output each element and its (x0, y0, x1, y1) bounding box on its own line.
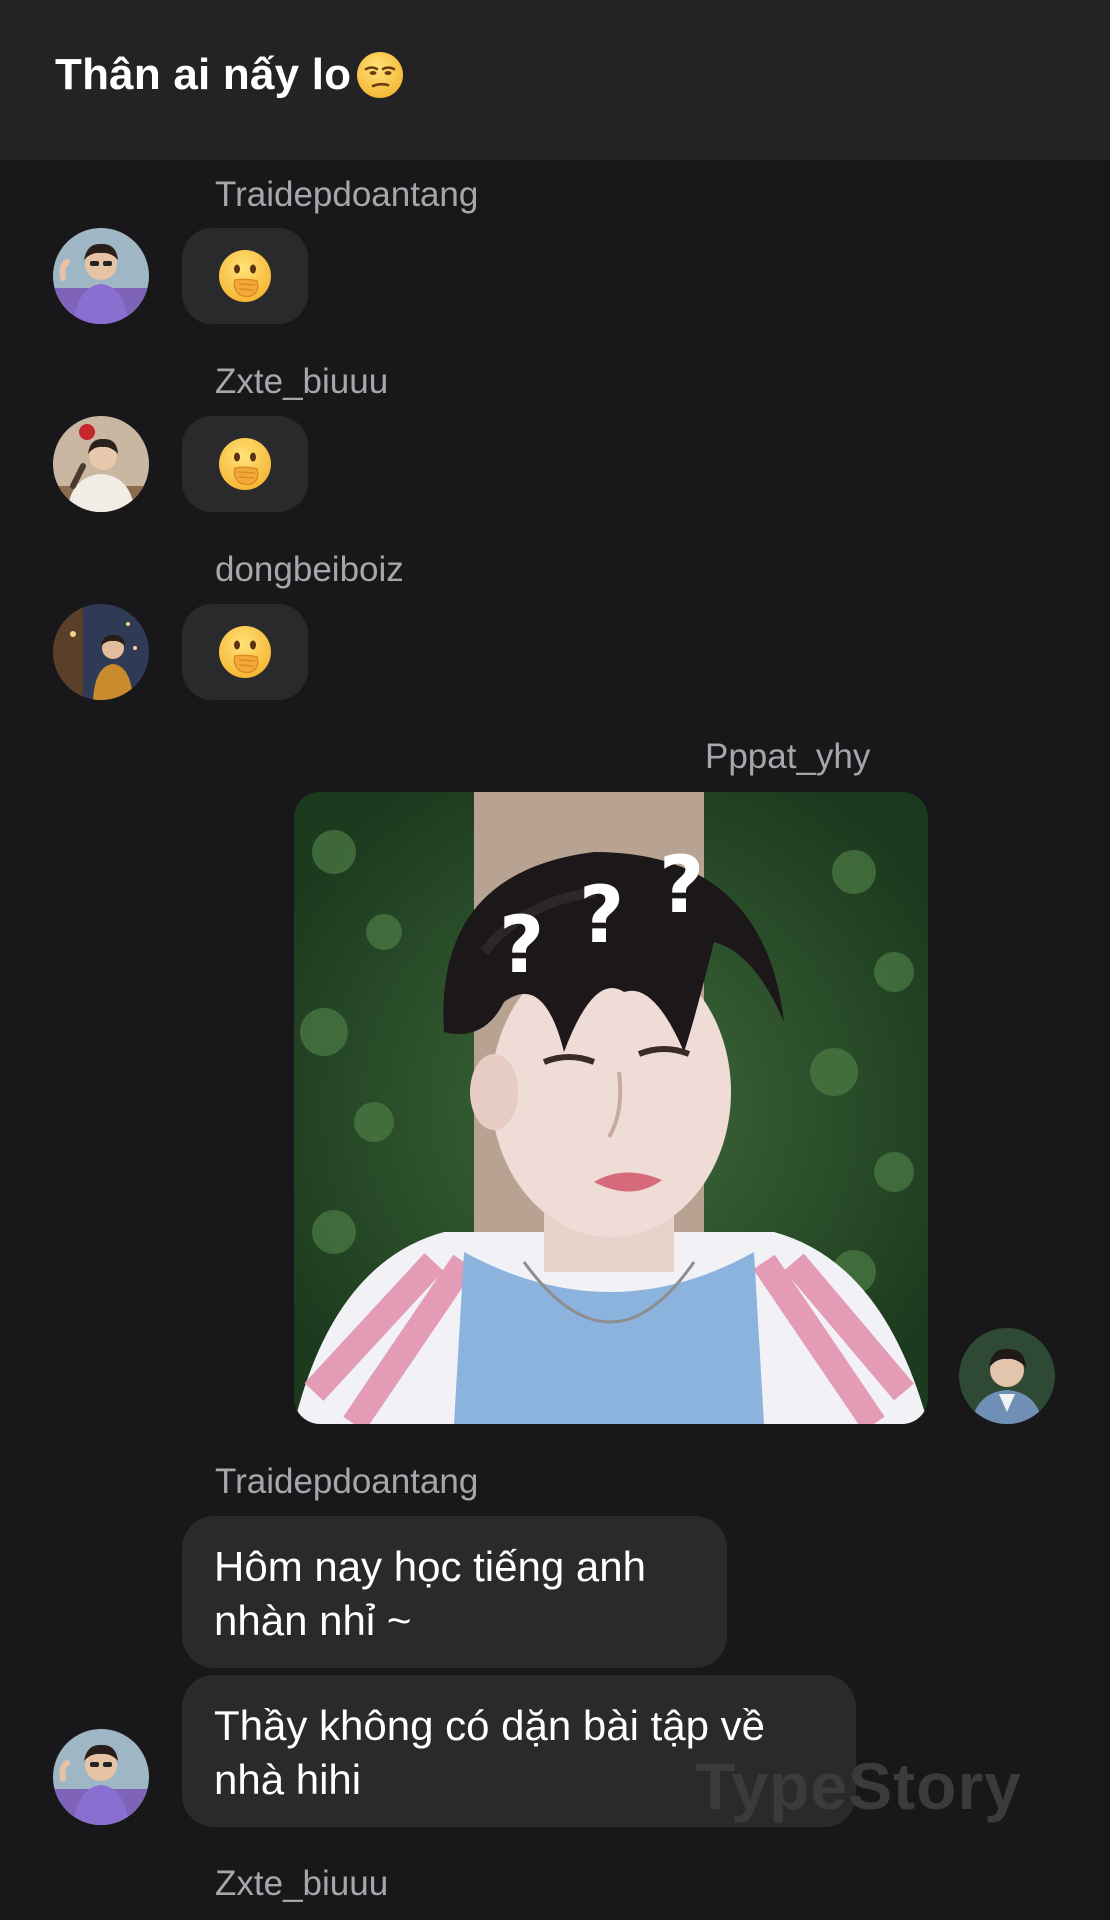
avatar[interactable] (53, 416, 149, 512)
message-photo[interactable]: ? ? ? (294, 792, 928, 1424)
message-bubble[interactable] (182, 416, 308, 512)
message-bubble[interactable] (182, 604, 308, 700)
watermark: TypeStory (695, 1749, 1022, 1823)
avatar[interactable] (959, 1328, 1055, 1424)
chat-title[interactable]: Thân ai nấy lo (55, 50, 405, 100)
chat-header: Thân ai nấy lo (0, 0, 1110, 160)
sender-name: Traidepdoantang (215, 175, 479, 214)
question-mark: ? (499, 901, 544, 991)
message-bubble[interactable] (182, 228, 308, 324)
avatar-photo (959, 1328, 1055, 1424)
sender-name: Zxte_biuuu (215, 362, 389, 401)
unamused-face-icon (357, 52, 404, 98)
hand-over-mouth-icon (219, 250, 271, 302)
question-mark: ? (659, 841, 704, 931)
avatar[interactable] (53, 604, 149, 700)
sender-name: Pppat_yhy (705, 737, 871, 776)
avatar-photo (53, 416, 149, 512)
avatar-photo (53, 228, 149, 324)
avatar[interactable] (53, 1729, 149, 1825)
hand-over-mouth-icon (219, 438, 271, 490)
message-text: Hôm nay học tiếng anh nhàn nhỉ ~ (214, 1543, 646, 1644)
photo-image: ? ? ? (294, 792, 928, 1424)
question-mark: ? (579, 871, 624, 961)
sender-name: dongbeiboiz (215, 550, 404, 589)
avatar-photo (53, 1729, 149, 1825)
sender-name: Traidepdoantang (215, 1462, 479, 1501)
hand-over-mouth-icon (219, 626, 271, 678)
avatar-photo (53, 604, 149, 700)
message-bubble[interactable]: Hôm nay học tiếng anh nhàn nhỉ ~ (182, 1516, 727, 1668)
chat-title-text: Thân ai nấy lo (55, 50, 352, 99)
sender-name: Zxte_biuuu (215, 1864, 389, 1903)
avatar[interactable] (53, 228, 149, 324)
message-text: Thầy không có dặn bài tập về nhà hihi (214, 1702, 766, 1803)
